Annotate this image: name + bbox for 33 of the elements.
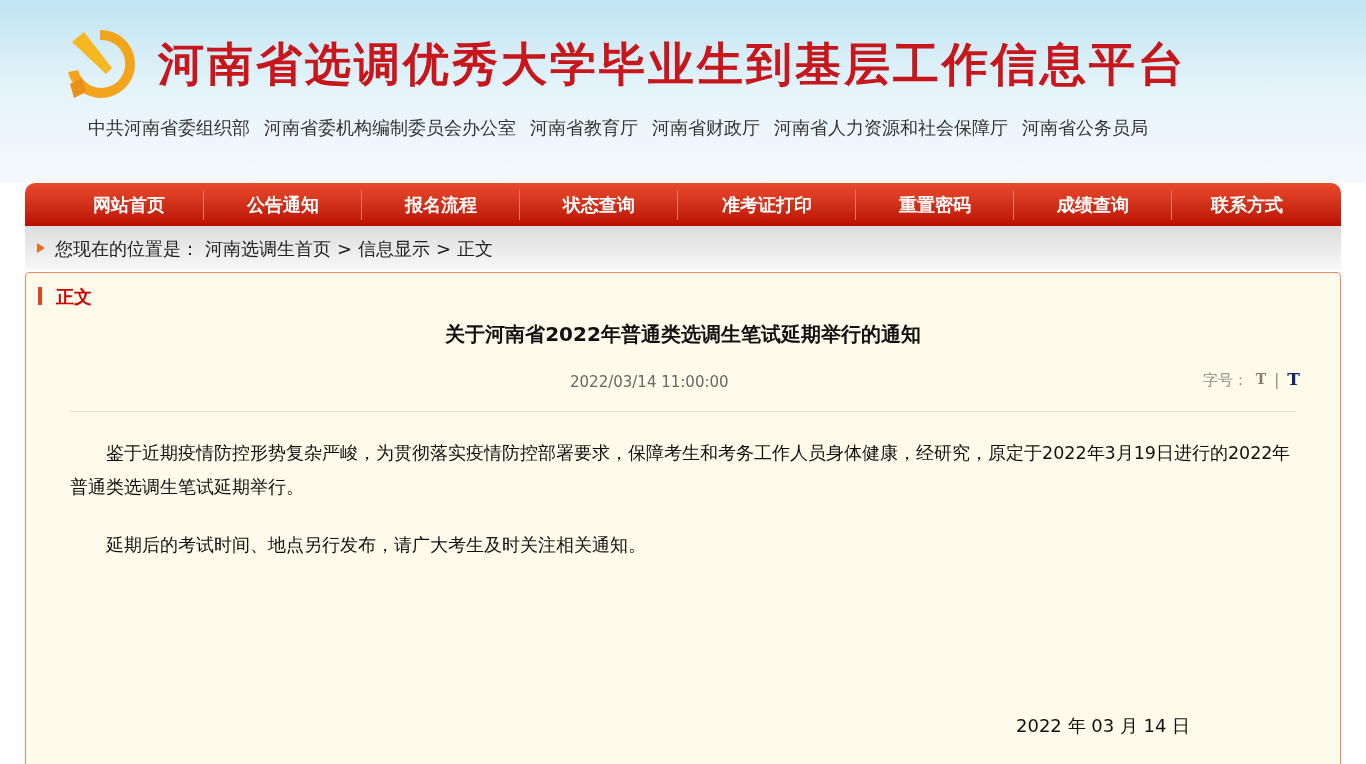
nav-link[interactable]: 公告通知 (204, 191, 361, 218)
signature-date: 2022 年 03 月 14 日 (1016, 714, 1192, 738)
organization-name: 河南省公务员局 (1022, 116, 1148, 140)
organization-name: 河南省委机构编制委员会办公室 (264, 116, 516, 140)
panel-heading: 正文 (56, 284, 92, 309)
publish-date: 2022/03/14 11:00:00 (570, 372, 729, 393)
heading-marker (38, 287, 42, 305)
article-paragraph: 鉴于近期疫情防控形势复杂严峻，为贯彻落实疫情防控部署要求，保障考生和考务工作人员身体健康，经研究，原定于2022年3月19日进行的2022年普通类选调生笔试延期举行。 (70, 442, 1292, 499)
nav-link[interactable]: 联系方式 (1172, 191, 1322, 218)
nav-link[interactable]: 状态查询 (520, 191, 677, 218)
site-title: 河南省选调优秀大学毕业生到基层工作信息平台 (158, 35, 1187, 93)
organization-name: 河南省人力资源和社会保障厅 (774, 116, 1008, 140)
organization-name: 中共河南省委组织部 (88, 116, 250, 140)
article-title: 关于河南省2022年普通类选调生笔试延期举行的通知 (444, 321, 922, 348)
breadcrumb-link[interactable]: 信息显示 (358, 234, 431, 262)
nav-link[interactable]: 报名流程 (362, 191, 519, 218)
font-size-option[interactable]: T (1255, 369, 1267, 391)
breadcrumb-link[interactable]: 河南选调生首页 (205, 234, 331, 262)
breadcrumb-label: 您现在的位置是： (55, 236, 199, 261)
nav-link[interactable]: 网站首页 (55, 191, 203, 218)
nav-link[interactable]: 成绩查询 (1014, 191, 1171, 218)
font-size-separator: | (1274, 369, 1280, 391)
article-paragraph: 延期后的考试时间、地点另行发布，请广大考生及时关注相关通知。 (105, 534, 647, 557)
breadcrumb-current: 正文 (457, 236, 494, 261)
breadcrumb-separator: > (436, 236, 452, 261)
nav-link[interactable]: 准考证打印 (678, 191, 855, 218)
organization-name: 河南省财政厅 (652, 116, 760, 140)
breadcrumb-separator: > (337, 236, 353, 261)
font-size-label: 字号： (1202, 369, 1248, 391)
arrow-bullet-icon (37, 243, 45, 253)
organization-name: 河南省教育厅 (530, 116, 638, 140)
font-size-option[interactable]: T (1287, 367, 1300, 393)
nav-link[interactable]: 重置密码 (856, 191, 1013, 218)
